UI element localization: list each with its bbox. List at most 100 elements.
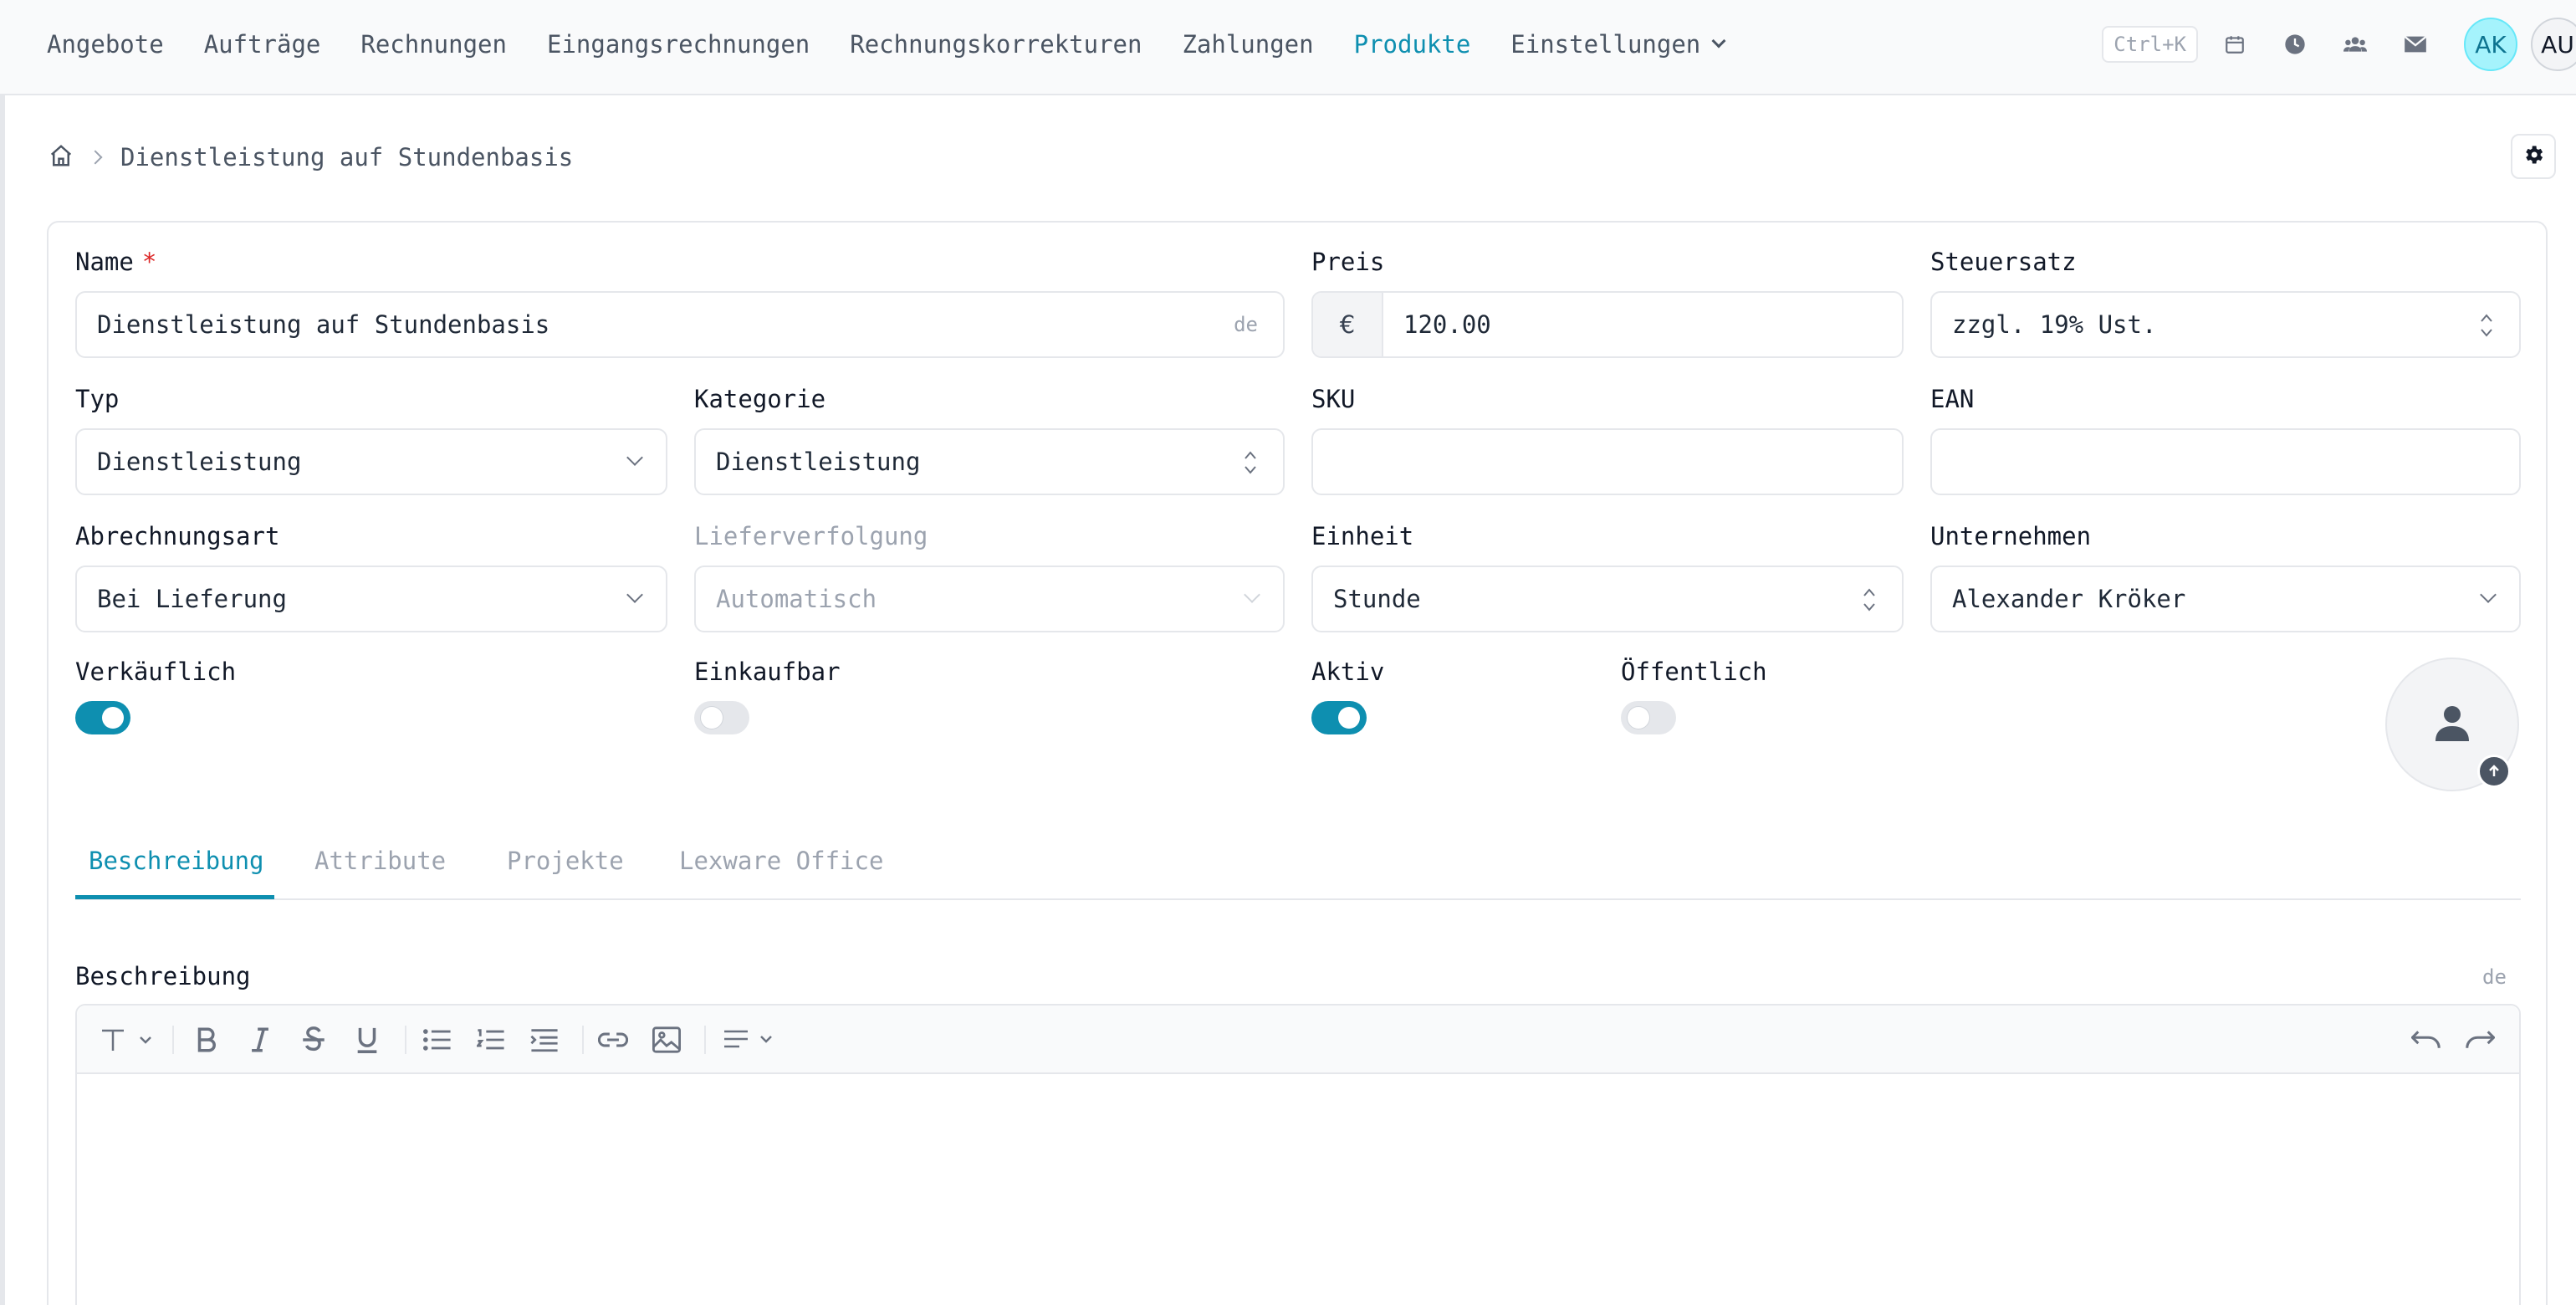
type-select[interactable]: Dienstleistung (75, 428, 667, 495)
currency-prefix: € (1313, 293, 1383, 356)
name-label: Name * (75, 248, 156, 276)
tab-lexware-office[interactable]: Lexware Office (679, 847, 883, 875)
active-toggle[interactable] (1311, 701, 1367, 734)
indent-icon[interactable] (529, 1024, 560, 1056)
active-label: Aktiv (1311, 658, 1385, 686)
link-icon[interactable] (597, 1024, 629, 1056)
purchasable-toggle[interactable] (694, 701, 749, 734)
type-label: Typ (75, 385, 120, 413)
user-placeholder-icon (2435, 704, 2469, 745)
top-navigation-bar: Angebote Aufträge Rechnungen Eingangsrec… (0, 0, 2576, 95)
left-border (0, 0, 5, 1305)
users-icon[interactable] (2343, 33, 2367, 56)
ean-label: EAN (1930, 385, 1975, 413)
chevron-down-icon (2480, 586, 2497, 603)
nav-item-einstellungen[interactable]: Einstellungen (1510, 30, 1726, 59)
unit-select[interactable]: Stunde (1311, 566, 1904, 632)
user-avatar[interactable]: AK (2464, 18, 2517, 71)
description-editor[interactable] (75, 1004, 2521, 1305)
text-style-icon[interactable] (97, 1024, 156, 1056)
numbered-list-icon[interactable] (475, 1024, 507, 1056)
description-locale-badge[interactable]: de (2482, 965, 2507, 989)
command-palette-shortcut[interactable]: Ctrl+K (2102, 26, 2198, 63)
nav-item-rechnungskorrekturen[interactable]: Rechnungskorrekturen (850, 30, 1142, 59)
tax-label: Steuersatz (1930, 248, 2077, 276)
name-locale-badge[interactable]: de (1234, 313, 1258, 336)
category-label: Kategorie (694, 385, 826, 413)
public-toggle[interactable] (1621, 701, 1676, 734)
toggle-knob (701, 707, 723, 729)
price-input[interactable]: € 120.00 (1311, 291, 1904, 358)
name-input[interactable]: Dienstleistung auf Stundenbasis de (75, 291, 1285, 358)
home-icon[interactable] (49, 143, 74, 171)
breadcrumb-separator-icon (88, 150, 103, 165)
redo-icon[interactable] (2464, 1024, 2496, 1056)
image-icon[interactable] (651, 1024, 682, 1056)
unit-select-value: Stunde (1333, 585, 1421, 613)
undo-icon[interactable] (2410, 1024, 2442, 1056)
ean-input[interactable] (1930, 428, 2521, 495)
account-avatar[interactable]: AU (2531, 18, 2576, 71)
sku-input[interactable] (1311, 428, 1904, 495)
toggle-knob (1338, 707, 1360, 729)
price-label: Preis (1311, 248, 1385, 276)
nav-item-zahlungen[interactable]: Zahlungen (1182, 30, 1313, 59)
main-nav: Angebote Aufträge Rechnungen Eingangsrec… (47, 0, 1764, 89)
category-select[interactable]: Dienstleistung (694, 428, 1285, 495)
editor-toolbar (77, 1006, 2519, 1074)
required-marker: * (141, 248, 157, 276)
toolbar-separator (405, 1026, 406, 1054)
company-select[interactable]: Alexander Kröker (1930, 566, 2521, 632)
clock-icon[interactable] (2283, 33, 2307, 56)
bullet-list-icon[interactable] (422, 1024, 453, 1056)
toolbar-separator (582, 1026, 584, 1054)
chevron-down-icon (626, 586, 643, 603)
bold-icon[interactable] (191, 1024, 222, 1056)
category-select-value: Dienstleistung (716, 448, 921, 476)
nav-item-eingangsrechnungen[interactable]: Eingangsrechnungen (547, 30, 810, 59)
nav-item-rechnungen[interactable]: Rechnungen (360, 30, 507, 59)
sellable-label: Verkäuflich (75, 658, 237, 686)
name-label-text: Name (75, 248, 134, 276)
nav-item-einstellungen-label: Einstellungen (1510, 30, 1701, 59)
italic-icon[interactable] (244, 1024, 276, 1056)
tracking-select: Automatisch (694, 566, 1285, 632)
billing-select-value: Bei Lieferung (97, 585, 287, 613)
chevron-down-icon (1244, 586, 1260, 603)
toolbar-separator (704, 1026, 706, 1054)
description-label: Beschreibung (75, 962, 251, 990)
price-input-value: 120.00 (1403, 310, 1491, 339)
billing-label: Abrechnungsart (75, 522, 280, 550)
nav-item-produkte[interactable]: Produkte (1354, 30, 1471, 59)
align-icon[interactable] (721, 1024, 779, 1056)
chevron-down-icon (626, 449, 643, 466)
chevron-down-icon (1711, 33, 1726, 49)
sellable-toggle[interactable] (75, 701, 130, 734)
header-tools: Ctrl+K AK AU (2102, 0, 2576, 89)
nav-item-angebote[interactable]: Angebote (47, 30, 164, 59)
tab-projekte[interactable]: Projekte (507, 847, 624, 875)
billing-select[interactable]: Bei Lieferung (75, 566, 667, 632)
purchasable-label: Einkaufbar (694, 658, 841, 686)
product-tabs: Beschreibung Attribute Projekte Lexware … (75, 837, 2521, 900)
tax-select-value: zzgl. 19% Ust. (1952, 310, 2157, 339)
type-select-value: Dienstleistung (97, 448, 302, 476)
nav-item-auftraege[interactable]: Aufträge (204, 30, 321, 59)
toolbar-separator (172, 1026, 174, 1054)
tab-attribute[interactable]: Attribute (314, 847, 446, 875)
strikethrough-icon[interactable] (298, 1024, 330, 1056)
public-label: Öffentlich (1621, 658, 1767, 686)
tab-beschreibung[interactable]: Beschreibung (89, 847, 264, 875)
active-tab-indicator (75, 895, 274, 899)
mail-icon[interactable] (2404, 33, 2427, 56)
page-settings-button[interactable] (2511, 134, 2556, 179)
breadcrumb-current: Dienstleistung auf Stundenbasis (120, 143, 574, 171)
chevron-up-down-icon (2481, 314, 2492, 337)
underline-icon[interactable] (351, 1024, 383, 1056)
upload-arrow-icon[interactable] (2477, 755, 2511, 788)
gear-icon (2522, 143, 2545, 170)
calendar-icon[interactable] (2223, 33, 2246, 56)
company-label: Unternehmen (1930, 522, 2092, 550)
tax-select[interactable]: zzgl. 19% Ust. (1930, 291, 2521, 358)
chevron-up-down-icon (1863, 588, 1875, 612)
